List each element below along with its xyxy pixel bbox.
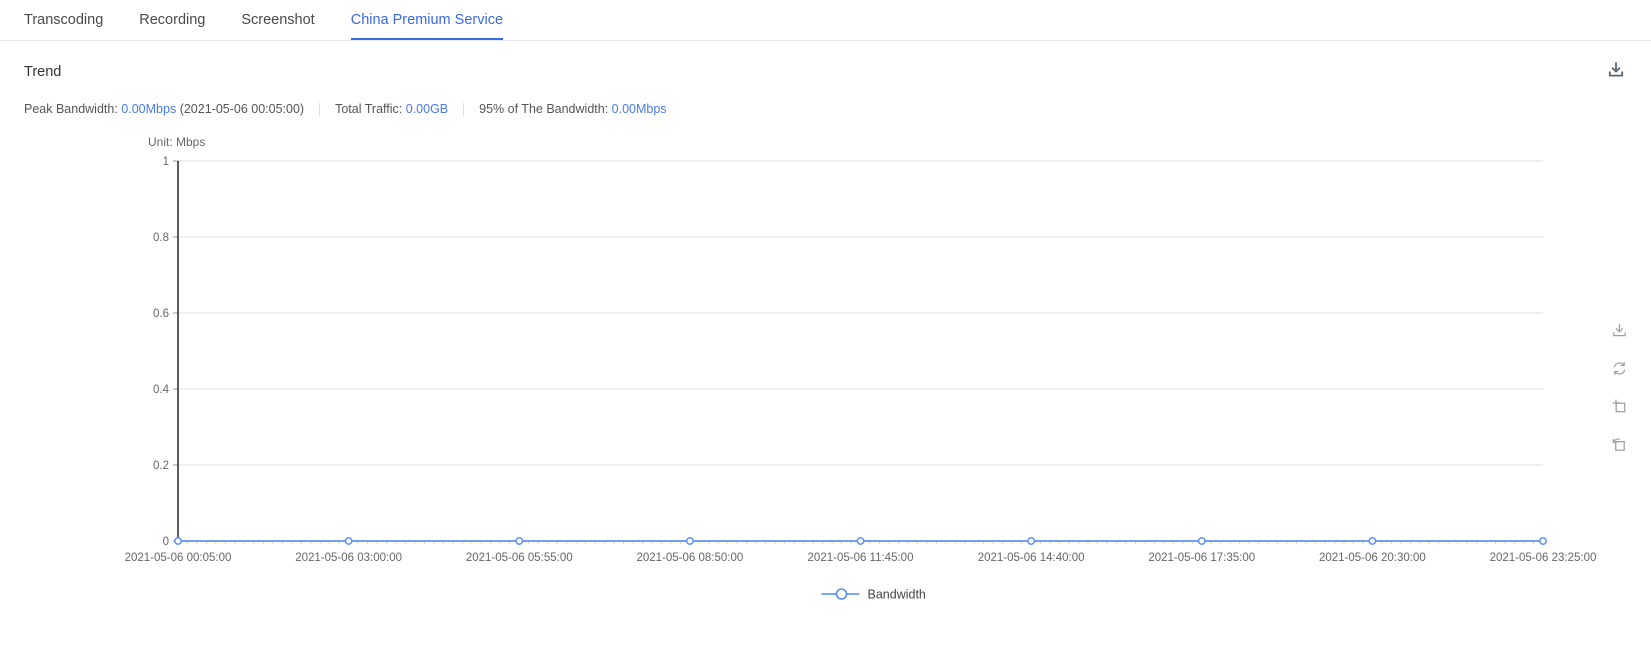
trend-chart: Unit: Mbps 0 0.2 0.4 0.6 0.8 1 2021-05-06 00:0… <box>0 133 1651 613</box>
tab-transcoding[interactable]: Transcoding <box>24 0 103 40</box>
stat-peak-bandwidth: Peak Bandwidth: 0.00Mbps (2021-05-06 00:… <box>24 101 304 117</box>
p95-bandwidth-value: 0.00Mbps <box>611 102 667 116</box>
x-axis-tick-label: 2021-05-06 11:45:00 <box>808 552 914 564</box>
zoom-select-icon <box>1612 399 1625 412</box>
stats-divider-2 <box>463 102 465 116</box>
series-point[interactable] <box>685 537 694 545</box>
legend-marker <box>835 588 848 600</box>
chart-canvas[interactable]: 0 0.2 0.4 0.6 0.8 1 2021-05-06 00:05:00 2021-05… <box>0 133 1651 613</box>
refresh-icon <box>1613 361 1625 375</box>
toolbar-zoom-select-button[interactable] <box>1607 394 1631 418</box>
x-axis-tick-label: 2021-05-06 00:05:00 <box>125 552 232 564</box>
series-point[interactable] <box>1368 537 1377 545</box>
series-point[interactable] <box>1197 537 1206 545</box>
stats-divider-1 <box>319 102 321 116</box>
download-icon <box>1612 323 1626 336</box>
y-axis-tick-label: 0.8 <box>153 232 169 244</box>
y-axis-tick-label: 0.6 <box>153 308 169 320</box>
peak-bandwidth-label: Peak Bandwidth: <box>24 102 118 116</box>
panel-header: Trend <box>0 41 1651 81</box>
total-traffic-value: 0.00GB <box>405 102 449 116</box>
page-title: Trend <box>24 64 62 80</box>
series-point[interactable] <box>856 537 865 545</box>
series-point[interactable] <box>515 537 524 545</box>
series-point[interactable] <box>174 537 182 545</box>
peak-bandwidth-value: 0.00Mbps <box>121 102 177 116</box>
tab-screenshot[interactable]: Screenshot <box>241 0 314 40</box>
total-traffic-label: Total Traffic: <box>335 102 403 116</box>
legend-label-bandwidth[interactable]: Bandwidth <box>868 588 926 602</box>
chart-toolbar <box>1603 318 1635 456</box>
toolbar-restore-button[interactable] <box>1607 432 1631 456</box>
x-axis-tick-label: 2021-05-06 23:25:00 <box>1490 552 1597 564</box>
x-axis-tick-label: 2021-05-06 03:00:00 <box>295 552 402 564</box>
x-axis-tick-label: 2021-05-06 08:50:00 <box>636 552 743 564</box>
stats-summary: Peak Bandwidth: 0.00Mbps (2021-05-06 00:… <box>24 101 1651 117</box>
toolbar-download-button[interactable] <box>1607 318 1631 342</box>
header-download-button[interactable] <box>1601 55 1631 85</box>
x-axis-tick-label: 2021-05-06 05:55:00 <box>466 552 573 564</box>
series-point[interactable] <box>1027 537 1036 545</box>
tab-recording[interactable]: Recording <box>139 0 205 40</box>
y-axis-tick-label: 1 <box>163 156 169 168</box>
tab-china-premium-service[interactable]: China Premium Service <box>350 0 504 40</box>
restore-icon <box>1612 437 1625 451</box>
y-axis-tick-label: 0.2 <box>153 460 169 472</box>
stat-total-traffic: Total Traffic: 0.00GB <box>335 101 448 117</box>
stat-p95-bandwidth: 95% of The Bandwidth: 0.00Mbps <box>479 101 666 117</box>
series-point[interactable] <box>344 537 353 545</box>
x-axis-tick-label: 2021-05-06 14:40:00 <box>978 552 1085 564</box>
tab-bar: Transcoding Recording Screenshot China P… <box>0 0 1651 41</box>
y-axis-tick-label: 0 <box>163 536 169 548</box>
x-axis-tick-label: 2021-05-06 17:35:00 <box>1148 552 1255 564</box>
p95-bandwidth-label: 95% of The Bandwidth: <box>479 102 609 116</box>
series-point[interactable] <box>1539 537 1547 545</box>
peak-bandwidth-time: (2021-05-06 00:05:00) <box>179 102 305 116</box>
download-icon <box>1608 62 1624 77</box>
x-axis-tick-label: 2021-05-06 20:30:00 <box>1319 552 1426 564</box>
y-axis-tick-label: 0.4 <box>153 384 170 396</box>
toolbar-refresh-button[interactable] <box>1607 356 1631 380</box>
